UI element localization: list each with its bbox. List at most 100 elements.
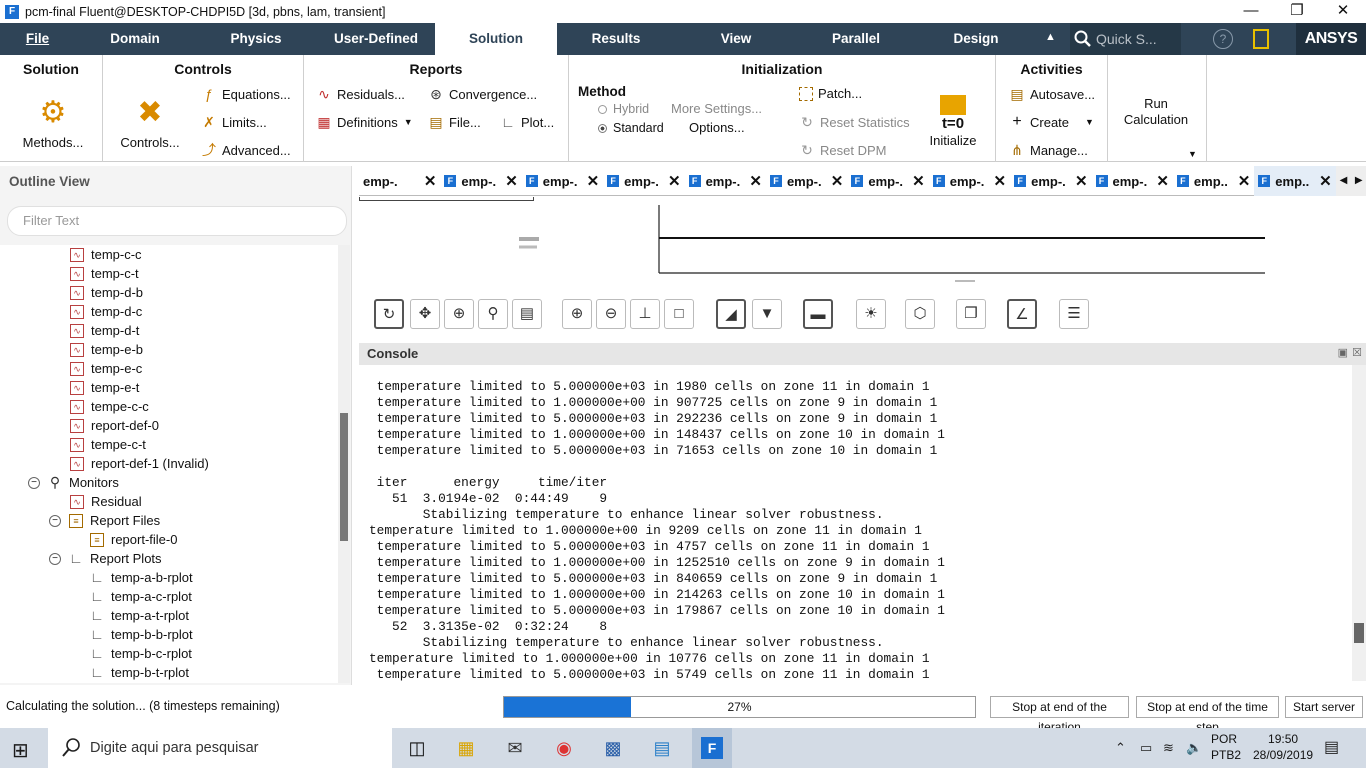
menu-physics[interactable]: Physics [195, 23, 317, 55]
close-tab-icon[interactable]: ✕ [424, 172, 437, 190]
menu-solution[interactable]: Solution [435, 23, 557, 55]
cube-view-icon[interactable]: ❐ [956, 299, 986, 329]
tree-item[interactable]: ∿ tempe-c-t [70, 435, 146, 454]
toggle-transparency-icon[interactable]: ▬ [803, 299, 833, 329]
zoom-out-icon[interactable]: ⊖ [596, 299, 626, 329]
close-tab-icon[interactable]: ✕ [587, 172, 600, 190]
report-file-button[interactable]: ▤ File... [428, 114, 480, 130]
hybrid-radio[interactable]: Hybrid [598, 102, 649, 116]
menu-domain[interactable]: Domain [75, 23, 195, 55]
document-tab[interactable]: Femp-. ✕ [847, 166, 928, 196]
close-tab-icon[interactable]: ✕ [1319, 172, 1332, 190]
console-scrollbar[interactable] [1352, 365, 1366, 681]
menu-parallel[interactable]: Parallel [797, 23, 915, 55]
close-window-button[interactable]: ✕ [1320, 0, 1366, 23]
tree-item[interactable]: ∿ temp-e-b [70, 340, 143, 359]
tree-item[interactable]: ∟ temp-b-c-rplot [90, 644, 192, 663]
close-tab-icon[interactable]: ✕ [668, 172, 681, 190]
documentation-icon[interactable] [1253, 29, 1269, 49]
methods-button[interactable]: ⚙ Methods... [18, 91, 88, 150]
battery-icon[interactable]: ▭ [1140, 740, 1152, 756]
menu-view[interactable]: View [675, 23, 797, 55]
close-console-icon[interactable]: ☒ [1352, 346, 1362, 359]
language-indicator[interactable]: POR PTB2 [1211, 731, 1241, 763]
stop-timestep-button[interactable]: Stop at end of the time step [1136, 696, 1279, 734]
tree-item[interactable]: ∿ report-def-1 (Invalid) [70, 454, 209, 473]
windows-start-icon[interactable]: ⊞ [12, 738, 29, 763]
file-explorer-icon[interactable]: ▦ [451, 734, 481, 762]
graphics-window[interactable] [359, 197, 1366, 287]
document-tab[interactable]: Femp-. ✕ [603, 166, 684, 196]
tree-item[interactable]: ∟ temp-b-b-rplot [90, 625, 193, 644]
definitions-button[interactable]: ▦ Definitions ▼ [316, 114, 412, 130]
filter-text-input[interactable]: Filter Text [7, 206, 347, 236]
tree-item[interactable]: ∟ temp-a-t-rplot [90, 606, 189, 625]
zoom-in-out-icon[interactable]: ⊕ [444, 299, 474, 329]
tree-item-report-file-0[interactable]: ≡ report-file-0 [90, 530, 177, 549]
isometric-view-icon[interactable]: ⊥ [630, 299, 660, 329]
equations-button[interactable]: ƒ Equations... [201, 86, 291, 102]
document-tab[interactable]: Femp-. ✕ [1092, 166, 1173, 196]
document-tab[interactable]: Femp.. ✕ [1173, 166, 1254, 196]
reset-statistics-button[interactable]: ↻ Reset Statistics [799, 114, 909, 130]
create-button[interactable]: + Create ▼ [1009, 114, 1094, 130]
close-tab-icon[interactable]: ✕ [505, 172, 518, 190]
help-icon[interactable]: ? [1213, 29, 1233, 49]
manage-button[interactable]: ⋔ Manage... [1009, 142, 1088, 158]
menu-user-defined[interactable]: User-Defined [317, 23, 435, 55]
tree-item[interactable]: ∿ temp-e-t [70, 378, 139, 397]
run-calculation-button[interactable]: Run Calculation [1116, 96, 1196, 128]
convergence-button[interactable]: ⊛ Convergence... [428, 86, 537, 102]
close-tab-icon[interactable]: ✕ [1238, 172, 1251, 190]
tree-item[interactable]: ∟ temp-a-b-rplot [90, 568, 193, 587]
menu-file[interactable]: File [0, 23, 75, 55]
display-contours-icon[interactable]: ▼ [752, 299, 782, 329]
tree-item[interactable]: ∿ temp-e-c [70, 359, 142, 378]
advanced-button[interactable]: ⤴ Advanced... [201, 142, 291, 158]
more-settings-button[interactable]: More Settings... [671, 101, 762, 116]
close-tab-icon[interactable]: ✕ [994, 172, 1007, 190]
view-orientation-icon[interactable]: □ [664, 299, 694, 329]
options-button[interactable]: Options... [689, 120, 745, 135]
fluent-taskbar-icon[interactable]: F [692, 728, 732, 768]
chrome-icon[interactable]: ◉ [549, 734, 579, 762]
tree-item-report-files[interactable]: − ≡ Report Files [49, 511, 160, 530]
tree-item-report-plots[interactable]: − ∟ Report Plots [49, 549, 162, 568]
fit-to-window-icon[interactable]: ⊕ [562, 299, 592, 329]
stop-iteration-button[interactable]: Stop at end of the iteration [990, 696, 1129, 734]
tab-scroll-left-icon[interactable]: ◀ [1335, 166, 1352, 196]
tree-item[interactable]: ∟ temp-b-t-rplot [90, 663, 189, 682]
document-tab[interactable]: Femp-. ✕ [440, 166, 521, 196]
document-tab[interactable]: Femp-. ✕ [766, 166, 847, 196]
initialize-button[interactable]: t=0 Initialize [925, 95, 981, 148]
menu-results[interactable]: Results [557, 23, 675, 55]
tree-item[interactable]: ∿ temp-d-b [70, 283, 143, 302]
lighting-icon[interactable]: ☀ [856, 299, 886, 329]
pan-icon[interactable]: ✥ [410, 299, 440, 329]
close-tab-icon[interactable]: ✕ [831, 172, 844, 190]
notifications-icon[interactable]: ▤ [1324, 737, 1339, 757]
menu-design[interactable]: Design [915, 23, 1037, 55]
quick-search-input[interactable]: Quick S... [1070, 23, 1181, 55]
autosave-button[interactable]: ▤ Autosave... [1009, 86, 1095, 102]
report-plot-button[interactable]: ∟ Plot... [500, 114, 554, 130]
rotate-view-icon[interactable]: ↻ [374, 299, 404, 329]
outline-scrollbar[interactable] [338, 245, 350, 683]
draw-mesh-icon[interactable]: ◢ [716, 299, 746, 329]
tree-item[interactable]: ∿ temp-c-c [70, 245, 142, 264]
close-tab-icon[interactable]: ✕ [1156, 172, 1169, 190]
residuals-button[interactable]: ∿ Residuals... [316, 86, 405, 102]
scrollbar-thumb[interactable] [1354, 623, 1364, 643]
document-tab[interactable]: Femp-. ✕ [522, 166, 603, 196]
probe-icon[interactable]: ▤ [512, 299, 542, 329]
document-tab[interactable]: emp-. ✕ [359, 166, 440, 196]
notes-icon[interactable]: ☰ [1059, 299, 1089, 329]
wifi-icon[interactable]: ≋ [1163, 740, 1174, 756]
mail-icon[interactable]: ✉ [500, 734, 530, 762]
console-output[interactable]: temperature limited to 5.000000e+03 in 1… [359, 365, 1352, 681]
volume-muted-icon[interactable]: 🔈 [1186, 740, 1202, 756]
controls-button[interactable]: ✖ Controls... [115, 91, 185, 150]
tab-scroll-right-icon[interactable]: ▶ [1351, 166, 1366, 196]
patch-button[interactable]: Patch... [799, 86, 862, 101]
show-hidden-icons[interactable]: ⌃ [1115, 740, 1126, 756]
